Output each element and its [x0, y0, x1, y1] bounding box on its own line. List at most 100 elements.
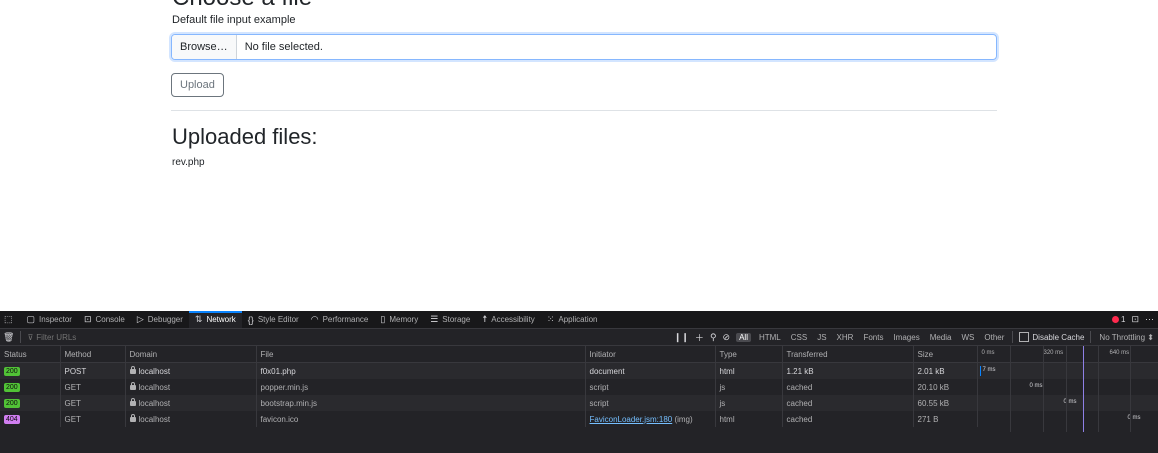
- waterfall-tick: 320 ms: [1043, 350, 1064, 356]
- debugger-icon: ▷: [136, 314, 144, 324]
- tab-storage[interactable]: ☰ Storage: [424, 311, 476, 328]
- method-cell: GET: [60, 395, 126, 411]
- col-file[interactable]: File: [256, 346, 586, 363]
- tab-debugger[interactable]: ▷ Debugger: [131, 311, 189, 328]
- clear-trash-icon[interactable]: 🗑: [3, 332, 14, 343]
- tab-label: Accessibility: [491, 315, 535, 324]
- timing-label: 7 ms: [982, 367, 996, 373]
- size-cell: 60.55 kB: [913, 395, 978, 411]
- waterfall-tick: 640 ms: [1109, 350, 1130, 356]
- more-options-icon[interactable]: ⋯: [1145, 314, 1154, 325]
- tab-label: Memory: [389, 315, 419, 324]
- filter-fonts[interactable]: Fonts: [861, 333, 885, 342]
- col-type[interactable]: Type: [715, 346, 783, 363]
- table-row[interactable]: 404 GET localhost favicon.ico FaviconLoa…: [0, 411, 1158, 427]
- method-cell: GET: [60, 411, 126, 427]
- filter-all[interactable]: All: [736, 332, 751, 342]
- console-icon: ⊡: [83, 314, 92, 324]
- initiator-cause: (img): [672, 414, 693, 424]
- initiator-cell: FaviconLoader.jsm:180 (img): [585, 411, 716, 427]
- throttling-select[interactable]: No Throttling ⬍: [1097, 333, 1156, 342]
- size-cell: 271 B: [913, 411, 978, 427]
- status-badge: 200: [4, 383, 20, 392]
- tab-label: Storage: [442, 315, 471, 324]
- tab-inspector[interactable]: ▢ Inspector: [21, 311, 78, 328]
- domain-cell: localhost: [125, 411, 257, 427]
- waterfall-gridline: [1130, 346, 1131, 432]
- col-size[interactable]: Size: [913, 346, 978, 363]
- file-cell: favicon.ico: [256, 411, 586, 427]
- checkbox-box: [1019, 332, 1030, 342]
- error-count-badge[interactable]: 1: [1112, 315, 1125, 324]
- uploaded-file-item[interactable]: rev.php: [172, 157, 205, 168]
- disable-cache-label: Disable Cache: [1032, 332, 1085, 342]
- filter-other[interactable]: Other: [982, 333, 1006, 342]
- performance-icon: ◠: [310, 314, 319, 324]
- page-heading: Choose a file: [172, 0, 312, 10]
- error-count: 1: [1121, 315, 1126, 324]
- initiator-link[interactable]: FaviconLoader.jsm:180: [590, 415, 673, 424]
- pick-element-icon: ⬚: [4, 314, 13, 324]
- tab-performance[interactable]: ◠ Performance: [305, 311, 375, 328]
- status-badge: 200: [4, 399, 20, 408]
- search-icon[interactable]: ⚲: [710, 332, 717, 343]
- devtools-right-controls: 1 ⊡ ⋯: [1112, 311, 1154, 328]
- table-row[interactable]: 200 POST localhost f0x01.php document ht…: [0, 362, 1158, 379]
- type-cell: html: [715, 362, 783, 379]
- upload-button[interactable]: Upload: [171, 73, 224, 97]
- browse-button[interactable]: Browse…: [172, 35, 237, 59]
- filter-css[interactable]: CSS: [789, 333, 809, 342]
- tab-label: Network: [206, 315, 236, 324]
- size-cell: 2.01 kB: [913, 362, 978, 379]
- block-icon[interactable]: ⊘: [723, 332, 731, 343]
- pause-icon[interactable]: ❙❙: [674, 332, 689, 343]
- method-cell: POST: [60, 362, 126, 379]
- size-cell: 20.10 kB: [913, 379, 978, 395]
- element-picker-button[interactable]: ⬚: [0, 311, 21, 328]
- col-transferred[interactable]: Transferred: [782, 346, 914, 363]
- method-cell: GET: [60, 379, 126, 395]
- initiator-cell: script: [585, 395, 716, 411]
- col-initiator[interactable]: Initiator: [585, 346, 716, 363]
- initiator-cell: script: [585, 379, 716, 395]
- filter-images[interactable]: Images: [891, 333, 921, 342]
- transferred-cell: 1.21 kB: [782, 362, 914, 379]
- file-cell: f0x01.php: [256, 362, 586, 379]
- tab-label: Console: [95, 315, 125, 324]
- style-editor-icon: {}: [247, 314, 254, 325]
- status-badge: 200: [4, 367, 20, 376]
- application-icon: ⁙: [546, 314, 555, 324]
- filter-xhr[interactable]: XHR: [835, 333, 856, 342]
- tab-style-editor[interactable]: {} Style Editor: [242, 311, 305, 328]
- tab-network[interactable]: ⇅ Network: [188, 311, 242, 328]
- tab-application[interactable]: ⁙ Application: [541, 311, 604, 328]
- transferred-cell: cached: [782, 395, 914, 411]
- tab-console[interactable]: ⊡ Console: [78, 311, 131, 328]
- filter-media[interactable]: Media: [928, 333, 954, 342]
- file-input-label: Default file input example: [172, 14, 296, 26]
- filter-ws[interactable]: WS: [959, 333, 976, 342]
- add-icon[interactable]: ＋: [695, 331, 704, 344]
- filter-placeholder: Filter URLs: [36, 332, 77, 342]
- col-domain[interactable]: Domain: [125, 346, 257, 363]
- filter-urls-input[interactable]: ⊽ Filter URLs: [27, 333, 76, 342]
- network-icon: ⇅: [194, 314, 203, 324]
- tab-accessibility[interactable]: ☨ Accessibility: [476, 311, 540, 328]
- filter-html[interactable]: HTML: [757, 333, 783, 342]
- col-status[interactable]: Status: [0, 346, 61, 363]
- dom-content-loaded-line: [1083, 346, 1084, 432]
- file-input[interactable]: Browse… No file selected.: [171, 34, 997, 60]
- error-icon: [1112, 316, 1119, 323]
- tab-memory[interactable]: ▯ Memory: [374, 311, 424, 328]
- table-row[interactable]: 200 GET localhost bootstrap.min.js scrip…: [0, 395, 1158, 411]
- disable-cache-checkbox[interactable]: Disable Cache: [1019, 332, 1084, 342]
- web-page: Choose a file Default file input example…: [0, 0, 1158, 311]
- tab-label: Style Editor: [257, 315, 299, 324]
- lock-icon: [129, 365, 136, 374]
- table-row[interactable]: 200 GET localhost popper.min.js script j…: [0, 379, 1158, 395]
- col-method[interactable]: Method: [60, 346, 126, 363]
- dock-icon[interactable]: ⊡: [1131, 314, 1139, 325]
- status-cell: 404: [0, 411, 61, 427]
- filter-js[interactable]: JS: [815, 333, 828, 342]
- divider: [171, 110, 997, 111]
